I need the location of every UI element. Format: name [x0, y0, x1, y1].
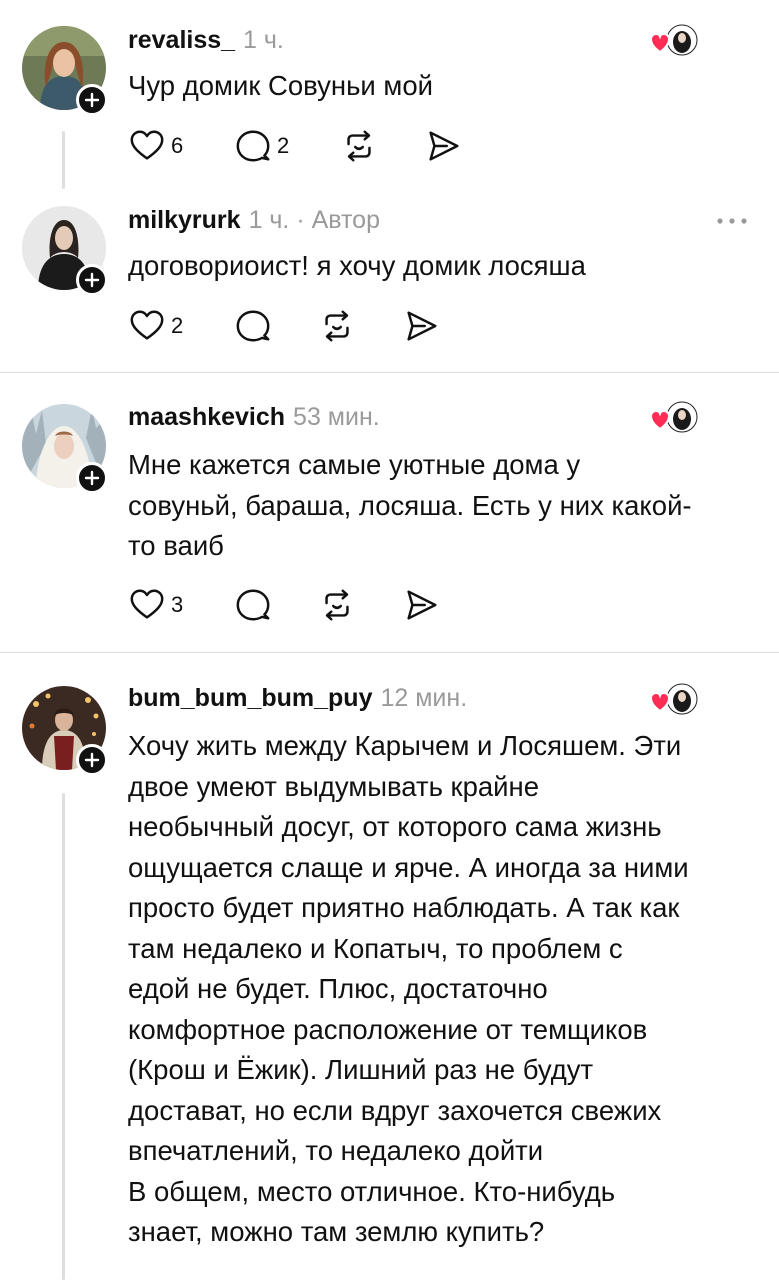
heart-icon: [128, 127, 166, 165]
share-icon: [424, 127, 462, 165]
heart-icon: [128, 307, 166, 345]
comment-text: Хочу жить между Карычем и Лосяшем. Эти д…: [128, 730, 689, 1247]
repost-icon: [318, 586, 356, 624]
like-button[interactable]: 6: [128, 126, 234, 166]
repost-button[interactable]: [340, 126, 424, 166]
comment-text: Чур домик Совуньи мой: [128, 70, 433, 101]
comment-post: bum_bum_bum_puy 12 мин. Хочу жить между …: [0, 653, 779, 1280]
comment-icon: [234, 127, 272, 165]
thread-line: [62, 131, 65, 189]
like-count: 6: [171, 133, 184, 158]
repost-icon: [340, 127, 378, 165]
username[interactable]: maashkevich: [128, 403, 285, 432]
comment-text: договориоист! я хочу домик лосяша: [128, 250, 586, 281]
plus-icon: [84, 272, 100, 288]
comment-post: maashkevich 53 мин. Мне кажется самые ую…: [0, 373, 779, 652]
follow-button[interactable]: [76, 264, 108, 296]
comment-text: Мне кажется самые уютные дома у совуньй,…: [128, 449, 692, 561]
like-button[interactable]: 3: [128, 585, 234, 625]
liked-by-author-icon: [649, 24, 698, 56]
thread-line: [62, 793, 65, 1280]
comment-icon: [234, 307, 272, 345]
repost-button[interactable]: [318, 585, 402, 625]
share-icon: [402, 307, 440, 345]
repost-button[interactable]: [318, 306, 402, 346]
follow-button[interactable]: [76, 84, 108, 116]
liked-by-author-icon: [649, 683, 698, 715]
follow-button[interactable]: [76, 462, 108, 494]
timestamp: 1 ч. · Автор: [248, 206, 380, 234]
timestamp: 12 мин.: [380, 684, 468, 712]
more-icon[interactable]: [715, 216, 749, 226]
follow-button[interactable]: [76, 744, 108, 776]
share-button[interactable]: [424, 126, 462, 166]
liked-by-author-icon: [649, 401, 698, 433]
reply-count: 2: [277, 133, 290, 158]
plus-icon: [84, 752, 100, 768]
comment-post: milkyrurk 1 ч. · Автор договориоист! я х…: [0, 190, 779, 370]
timestamp: 53 мин.: [293, 403, 380, 431]
like-count: 3: [171, 592, 184, 617]
timestamp: 1 ч.: [243, 26, 284, 54]
reply-button[interactable]: [234, 306, 318, 346]
reply-button[interactable]: [234, 585, 318, 625]
username[interactable]: revaliss_: [128, 26, 235, 55]
repost-icon: [318, 307, 356, 345]
share-button[interactable]: [402, 306, 440, 346]
comment-post: revaliss_ 1 ч. Чур домик Совуньи мой 6 2: [0, 0, 779, 190]
share-icon: [402, 586, 440, 624]
username[interactable]: milkyrurk: [128, 206, 241, 235]
share-button[interactable]: [402, 585, 440, 625]
username[interactable]: bum_bum_bum_puy: [128, 684, 372, 713]
like-button[interactable]: 2: [128, 306, 234, 346]
plus-icon: [84, 470, 100, 486]
heart-icon: [128, 586, 166, 624]
plus-icon: [84, 92, 100, 108]
reply-button[interactable]: 2: [234, 126, 340, 166]
comment-icon: [234, 586, 272, 624]
like-count: 2: [171, 313, 184, 338]
